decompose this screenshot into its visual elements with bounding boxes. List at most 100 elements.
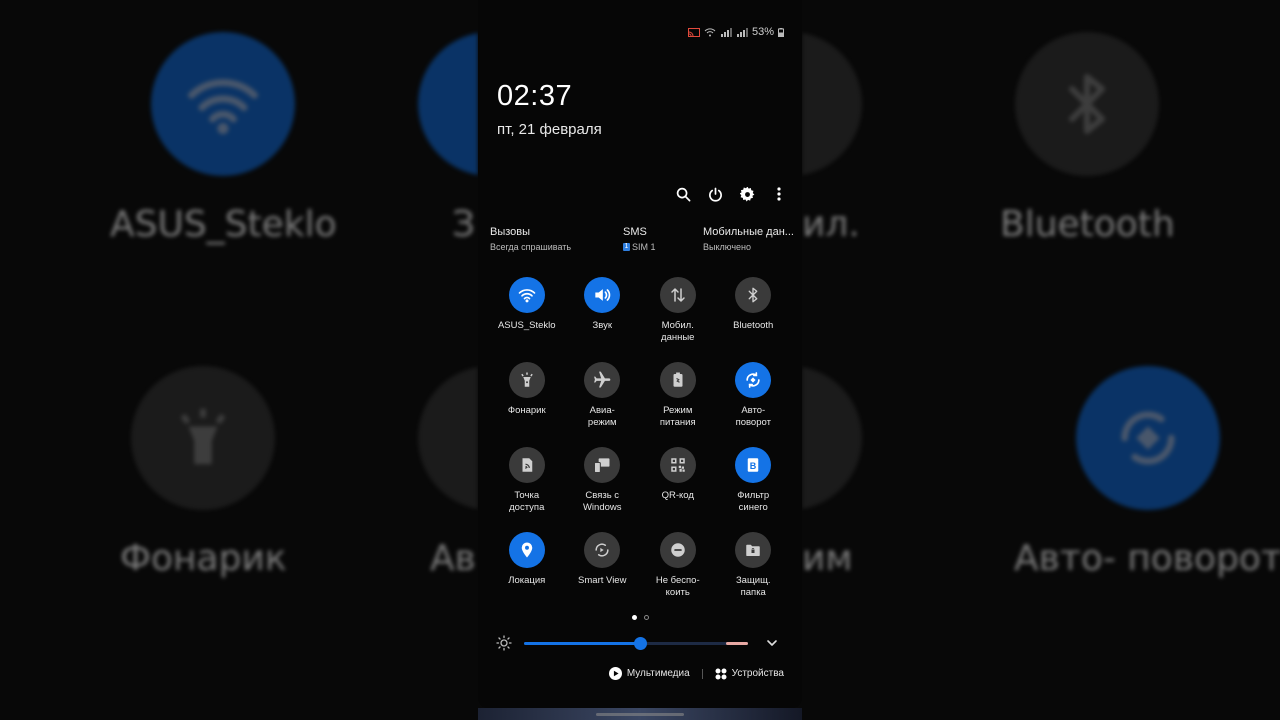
sim-subtitle: Выключено <box>703 242 751 252</box>
brightness-slider[interactable] <box>524 637 748 650</box>
quick-tile-label: Мобил. данные <box>661 320 695 343</box>
quick-tile-mobile-data[interactable]: Мобил. данные <box>640 277 716 350</box>
airplane-icon[interactable] <box>584 362 621 398</box>
quick-tile-location[interactable]: Локация <box>489 532 565 605</box>
page-indicator <box>478 615 802 620</box>
chevron-down-icon[interactable] <box>764 635 780 651</box>
devices-icon <box>715 668 727 679</box>
sim-sms[interactable]: SMS 1 SIM 1 <box>623 226 693 252</box>
power-mode-icon <box>802 366 862 510</box>
quick-tile-label: Защищ. папка <box>735 575 771 598</box>
cast-icon <box>687 27 700 37</box>
power-icon[interactable] <box>706 184 724 204</box>
more-icon[interactable] <box>770 184 788 204</box>
quick-tiles-grid: ASUS_Steklo Звук Мобил. данные Bluetooth Фон… <box>489 277 791 605</box>
search-icon[interactable] <box>674 184 692 204</box>
quick-tile-label: ASUS_Steklo <box>497 320 556 331</box>
quick-tile-label: Авто- поворот <box>735 405 771 428</box>
autorotate-icon[interactable] <box>735 362 772 398</box>
quick-tile-flashlight[interactable]: Фонарик <box>489 362 565 435</box>
power-mode-icon[interactable] <box>659 362 696 398</box>
link-windows-icon[interactable] <box>584 447 621 483</box>
hotspot-icon[interactable] <box>508 447 545 483</box>
quick-tile-wifi[interactable]: ASUS_Steklo <box>489 277 565 350</box>
flashlight-icon[interactable] <box>508 362 545 398</box>
bg-label: ил. ные <box>802 204 862 245</box>
quick-tile-sound[interactable]: Звук <box>565 277 641 350</box>
quick-tile-secure-folder[interactable]: Защищ. папка <box>716 532 792 605</box>
qr-code-icon[interactable] <box>659 447 696 483</box>
bg-label: Фонарик <box>120 538 287 579</box>
secure-folder-icon[interactable] <box>735 532 772 568</box>
bg-tile-wifi: ASUS_Steklo <box>110 32 337 248</box>
bg-tile-airplane: Ав реж <box>418 366 478 582</box>
page-dot[interactable] <box>643 615 649 620</box>
quick-tile-do-not-disturb[interactable]: Не беспо- коить <box>640 532 716 605</box>
bg-label: Ав реж <box>430 538 478 579</box>
bg-label: им ния <box>802 538 864 579</box>
battery-percent: 53% <box>751 26 774 38</box>
sim-title: Мобильные дан... <box>703 226 794 238</box>
media-label: Мультимедиа <box>626 668 690 679</box>
battery-icon <box>778 27 784 37</box>
bluetooth-icon[interactable] <box>735 277 772 313</box>
quick-tile-label: Не беспо- коить <box>655 575 700 598</box>
quick-tile-smart-view[interactable]: Smart View <box>565 532 641 605</box>
mobile-data-icon[interactable] <box>659 277 696 313</box>
status-bar: 53% <box>687 26 784 38</box>
sim-mobile-data[interactable]: Мобильные дан... Выключено <box>703 226 795 252</box>
sound-icon[interactable] <box>584 277 621 313</box>
quick-tile-label: Bluetooth <box>733 320 774 331</box>
do-not-disturb-icon[interactable] <box>659 532 696 568</box>
quick-tile-qr-code[interactable]: QR-код <box>640 447 716 520</box>
quick-tile-power-mode[interactable]: Режим питания <box>640 362 716 435</box>
bg-label: Зв <box>452 204 478 245</box>
quick-tile-airplane[interactable]: Авиа- режим <box>565 362 641 435</box>
quick-tile-link-windows[interactable]: Связь с Windows <box>565 447 641 520</box>
smart-view-icon[interactable] <box>584 532 621 568</box>
quick-tile-blue-filter[interactable]: B Фильтр синего <box>716 447 792 520</box>
quick-tile-label: Авиа- режим <box>587 405 617 428</box>
devices-label: Устройства <box>731 668 784 679</box>
media-button[interactable]: Мультимедиа <box>608 667 690 680</box>
wifi-icon <box>704 27 716 37</box>
gear-icon[interactable] <box>738 184 756 204</box>
home-handle[interactable] <box>596 713 684 716</box>
brightness-fill <box>524 642 641 645</box>
bottom-bar: Мультимедиа Устройства <box>608 667 784 680</box>
quick-tile-hotspot[interactable]: Точка доступа <box>489 447 565 520</box>
brightness-thumb[interactable] <box>634 637 648 650</box>
quick-tile-label: Фонарик <box>507 405 546 416</box>
bg-label: Авто- поворот <box>1014 538 1280 579</box>
bg-label: Bluetooth <box>1000 204 1175 245</box>
quick-tile-label: QR-код <box>661 490 694 501</box>
quick-tile-label: Режим питания <box>659 405 696 428</box>
bg-tile-autorotate: Авто- поворот <box>1014 366 1280 582</box>
location-icon[interactable] <box>508 532 545 568</box>
flashlight-icon <box>131 366 276 510</box>
bg-tile-mobile-data: ил. ные <box>802 32 862 248</box>
quick-tile-label: Локация <box>508 575 546 586</box>
sim-title: Вызовы <box>490 226 531 238</box>
sim-subtitle: 1 SIM 1 <box>623 242 656 252</box>
quick-tile-autorotate[interactable]: Авто- поворот <box>716 362 792 435</box>
date: пт, 21 февраля <box>497 121 602 138</box>
mobile-data-icon <box>802 32 862 176</box>
quick-tile-label: Smart View <box>578 575 627 586</box>
play-icon <box>608 667 622 680</box>
wifi-icon[interactable] <box>508 277 545 313</box>
bg-tile-bluetooth: Bluetooth <box>1000 32 1175 248</box>
page-dot[interactable] <box>631 615 637 620</box>
bluetooth-icon <box>1015 32 1160 176</box>
quick-tile-bluetooth[interactable]: Bluetooth <box>716 277 792 350</box>
sim-calls[interactable]: Вызовы Всегда спрашивать <box>490 226 610 252</box>
quick-tile-label: Фильтр синего <box>737 490 770 513</box>
bg-tile-flashlight: Фонарик <box>120 366 287 582</box>
blue-filter-icon[interactable]: B <box>735 447 772 483</box>
airplane-icon <box>418 366 478 510</box>
sim-badge-icon: 1 <box>623 243 630 251</box>
quick-tile-label: Связь с Windows <box>582 490 622 513</box>
signal-icon <box>720 27 732 37</box>
devices-button[interactable]: Устройства <box>715 668 784 680</box>
svg-text:B: B <box>750 461 757 471</box>
